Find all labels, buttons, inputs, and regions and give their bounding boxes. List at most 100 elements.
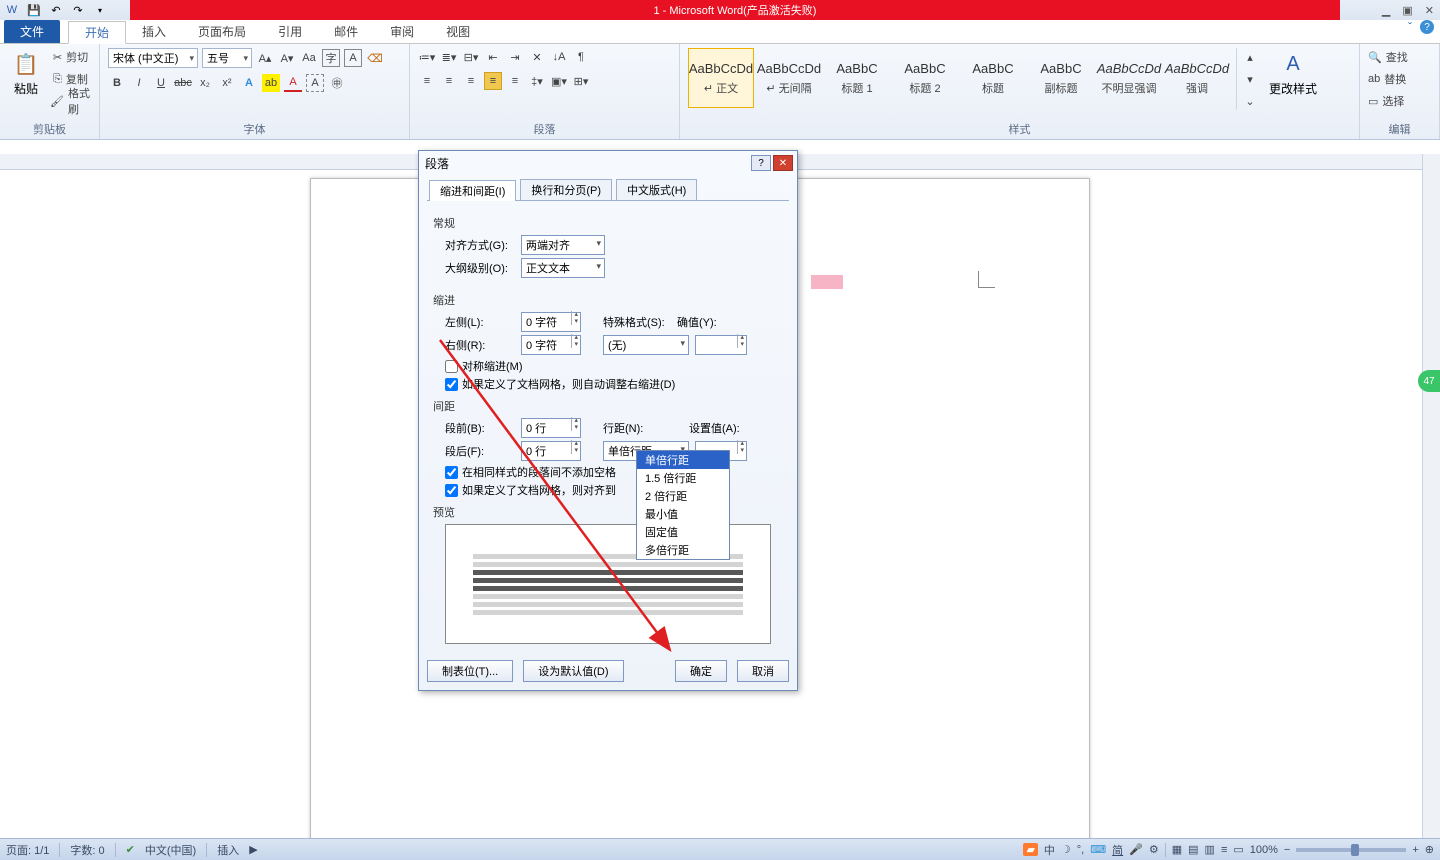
status-language[interactable]: 中文(中国) xyxy=(145,842,196,858)
tab-references[interactable]: 引用 xyxy=(262,20,318,43)
multilevel-icon[interactable]: ⊟▾ xyxy=(462,48,480,66)
distributed-icon[interactable]: ≡ xyxy=(506,72,524,90)
text-effects-icon[interactable]: A xyxy=(240,74,258,92)
line-spacing-option[interactable]: 多倍行距 xyxy=(637,541,729,559)
clear-format-icon[interactable]: ⌫ xyxy=(366,49,384,67)
line-spacing-dropdown[interactable]: 单倍行距1.5 倍行距2 倍行距最小值固定值多倍行距 xyxy=(636,450,730,560)
underline-icon[interactable]: U xyxy=(152,74,170,92)
ime-moon-icon[interactable]: ☽ xyxy=(1061,843,1071,856)
tabstops-button[interactable]: 制表位(T)... xyxy=(427,660,513,682)
change-styles-button[interactable]: A 更改样式 xyxy=(1265,48,1321,99)
numbering-icon[interactable]: ≣▾ xyxy=(440,48,458,66)
set-default-button[interactable]: 设为默认值(D) xyxy=(523,660,623,682)
minimize-icon[interactable]: ▁ xyxy=(1382,4,1390,17)
replace-button[interactable]: ab替换 xyxy=(1368,70,1406,88)
decrease-indent-icon[interactable]: ⇤ xyxy=(484,48,502,66)
font-color-icon[interactable]: A xyxy=(284,74,302,92)
line-spacing-option[interactable]: 1.5 倍行距 xyxy=(637,469,729,487)
by-spin[interactable] xyxy=(695,335,747,355)
style-card[interactable]: AaBbCcDd强调 xyxy=(1164,48,1230,108)
style-card[interactable]: AaBbC标题 xyxy=(960,48,1026,108)
outline-combo[interactable]: 正文文本 xyxy=(521,258,605,278)
enclose-char-icon[interactable]: ㊥ xyxy=(328,74,346,92)
zoom-value[interactable]: 100% xyxy=(1250,844,1278,856)
ime-jian[interactable]: 简 xyxy=(1112,842,1123,858)
tab-view[interactable]: 视图 xyxy=(430,20,486,43)
style-row-up-icon[interactable]: ▴ xyxy=(1241,48,1259,66)
italic-icon[interactable]: I xyxy=(130,74,148,92)
macro-icon[interactable]: ▶ xyxy=(249,843,257,856)
format-painter-button[interactable]: 🖌格式刷 xyxy=(50,92,91,110)
ribbon-minimize-icon[interactable]: ˇ xyxy=(1408,20,1412,34)
view-outline-icon[interactable]: ≡ xyxy=(1221,844,1227,856)
style-card[interactable]: AaBbCcDd↵ 无间隔 xyxy=(756,48,822,108)
ime-settings-icon[interactable]: ⚙ xyxy=(1149,843,1159,856)
ime-mic-icon[interactable]: 🎤 xyxy=(1129,843,1143,856)
align-right-icon[interactable]: ≡ xyxy=(462,72,480,90)
tab-insert[interactable]: 插入 xyxy=(126,20,182,43)
grow-font-icon[interactable]: A▴ xyxy=(256,49,274,67)
ime-app-icon[interactable]: ▰ xyxy=(1023,843,1037,856)
align-center-icon[interactable]: ≡ xyxy=(440,72,458,90)
style-card[interactable]: AaBbC副标题 xyxy=(1028,48,1094,108)
shading-icon[interactable]: ▣▾ xyxy=(550,72,568,90)
space-after-spin[interactable]: 0 行 xyxy=(521,441,581,461)
view-read-icon[interactable]: ▤ xyxy=(1188,843,1198,856)
dialog-tab-asian[interactable]: 中文版式(H) xyxy=(616,179,697,200)
line-spacing-option[interactable]: 单倍行距 xyxy=(637,451,729,469)
char-border-icon[interactable]: A xyxy=(344,49,362,67)
tab-mailings[interactable]: 邮件 xyxy=(318,20,374,43)
special-combo[interactable]: (无) xyxy=(603,335,689,355)
view-web-icon[interactable]: ▥ xyxy=(1205,843,1215,856)
zoom-slider[interactable] xyxy=(1296,848,1406,852)
border-icon[interactable]: ⊞▾ xyxy=(572,72,590,90)
highlight-icon[interactable]: ab xyxy=(262,74,280,92)
dialog-title-bar[interactable]: 段落 ? ✕ xyxy=(419,151,797,175)
dialog-close-icon[interactable]: ✕ xyxy=(773,155,793,171)
indent-right-spin[interactable]: 0 字符 xyxy=(521,335,581,355)
snap-grid-checkbox[interactable] xyxy=(445,484,458,497)
style-row-down-icon[interactable]: ▾ xyxy=(1241,70,1259,88)
line-spacing-option[interactable]: 固定值 xyxy=(637,523,729,541)
redo-icon[interactable]: ↷ xyxy=(70,2,86,18)
status-page[interactable]: 页面: 1/1 xyxy=(6,842,49,858)
cut-button[interactable]: ✂剪切 xyxy=(50,48,91,66)
ime-punct-icon[interactable]: °, xyxy=(1077,844,1084,856)
dialog-tab-linebreak[interactable]: 换行和分页(P) xyxy=(520,179,612,200)
save-icon[interactable]: 💾 xyxy=(26,2,42,18)
show-marks-icon[interactable]: ¶ xyxy=(572,48,590,66)
ok-button[interactable]: 确定 xyxy=(675,660,727,682)
paste-button[interactable]: 📋 粘贴 xyxy=(8,48,44,99)
help-icon[interactable]: ? xyxy=(1420,20,1434,34)
space-before-spin[interactable]: 0 行 xyxy=(521,418,581,438)
find-button[interactable]: 🔍查找 xyxy=(1368,48,1408,66)
zoom-fit-icon[interactable]: ⊕ xyxy=(1425,843,1434,856)
zoom-in-icon[interactable]: + xyxy=(1412,844,1418,856)
undo-icon[interactable]: ↶ xyxy=(48,2,64,18)
line-spacing-icon[interactable]: ‡▾ xyxy=(528,72,546,90)
vertical-scrollbar[interactable] xyxy=(1422,154,1440,838)
style-card[interactable]: AaBbC标题 1 xyxy=(824,48,890,108)
view-print-icon[interactable]: ▦ xyxy=(1172,843,1182,856)
tab-layout[interactable]: 页面布局 xyxy=(182,20,262,43)
shrink-font-icon[interactable]: A▾ xyxy=(278,49,296,67)
dialog-tab-indent[interactable]: 缩进和间距(I) xyxy=(429,180,516,201)
style-card[interactable]: AaBbCcDd↵ 正文 xyxy=(688,48,754,108)
dialog-help-icon[interactable]: ? xyxy=(751,155,771,171)
tab-review[interactable]: 审阅 xyxy=(374,20,430,43)
line-spacing-option[interactable]: 2 倍行距 xyxy=(637,487,729,505)
justify-icon[interactable]: ≡ xyxy=(484,72,502,90)
ime-keyboard-icon[interactable]: ⌨ xyxy=(1090,843,1106,856)
char-shading-icon[interactable]: A xyxy=(306,74,324,92)
line-spacing-option[interactable]: 最小值 xyxy=(637,505,729,523)
phonetic-icon[interactable]: 字 xyxy=(322,49,340,67)
change-case-icon[interactable]: Aa xyxy=(300,49,318,67)
bold-icon[interactable]: B xyxy=(108,74,126,92)
strike-icon[interactable]: abc xyxy=(174,74,192,92)
no-space-same-style-checkbox[interactable] xyxy=(445,466,458,479)
close-icon[interactable]: ✕ xyxy=(1425,4,1434,17)
alignment-combo[interactable]: 两端对齐 xyxy=(521,235,605,255)
style-gallery[interactable]: AaBbCcDd↵ 正文AaBbCcDd↵ 无间隔AaBbC标题 1 AaBbC标… xyxy=(688,48,1230,108)
cancel-button[interactable]: 取消 xyxy=(737,660,789,682)
zoom-out-icon[interactable]: − xyxy=(1284,844,1290,856)
